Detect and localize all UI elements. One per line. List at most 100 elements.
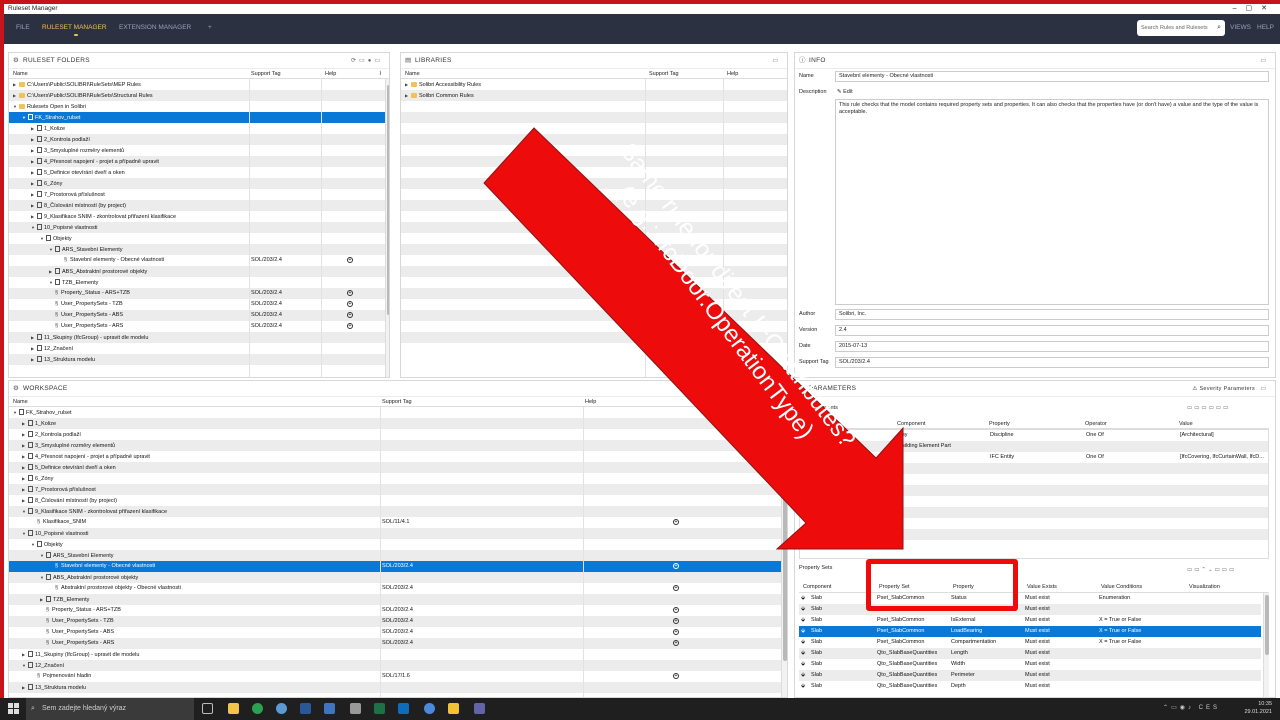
- name-field[interactable]: Stavební elementy - Obecné vlastnosti: [835, 71, 1269, 82]
- tree-row[interactable]: ▶ 12_Značení: [9, 343, 389, 354]
- tree-row[interactable]: ▶ 13_Struktura modelu: [9, 682, 787, 693]
- help-icon[interactable]: +: [673, 616, 679, 627]
- window-controls[interactable]: –▢✕: [1233, 4, 1276, 14]
- tree-row[interactable]: ▶ 5_Definice otevírání dveří a oken: [9, 462, 787, 473]
- tree-row[interactable]: ▼ FK_Strahov_rulset: [9, 407, 787, 418]
- scrollbar[interactable]: [1263, 593, 1269, 697]
- tree-row[interactable]: ▼ 10_Popisné vlastnosti: [9, 528, 787, 539]
- tree-row[interactable]: ▶ 8_Číslování místností (by project): [9, 200, 389, 211]
- components-toolbar[interactable]: ▭▭▭▭▭▭: [1187, 405, 1230, 411]
- tree-row[interactable]: § User_PropertySets - ABS SOL/203/2.4 +: [9, 310, 389, 321]
- version-field[interactable]: 2.4: [835, 325, 1269, 336]
- tree-row[interactable]: ▼ Objekty: [9, 539, 787, 550]
- help-icon[interactable]: +: [673, 605, 679, 616]
- scrollbar-thumb[interactable]: [387, 85, 389, 315]
- severity-parameters-button[interactable]: ⚠ Severity Parameters: [1192, 381, 1255, 397]
- menu-add-tab[interactable]: +: [208, 24, 212, 31]
- tree-row[interactable]: ▶ 4_Přesnost napojení - projet a případně…: [9, 451, 787, 462]
- taskbar-search[interactable]: ⌕ Sem zadejte hledaný výraz: [26, 698, 194, 720]
- tree-row[interactable]: ▼ 12_Značení: [9, 660, 787, 671]
- solibri-icon[interactable]: [448, 703, 459, 714]
- word-icon[interactable]: [300, 703, 311, 714]
- pset-row[interactable]: ⬙ Slab Qto_SlabBaseQuantities Perimeter Must…: [799, 670, 1261, 681]
- tree-row[interactable]: § Property_Status - ARS+TZB SOL/203/2.4 +: [9, 605, 787, 616]
- scrollbar-thumb[interactable]: [783, 411, 787, 661]
- col-visualization[interactable]: Visualization: [1189, 581, 1220, 593]
- tree-row[interactable]: ▼ ABS_Abstraktní prostorové objekty: [9, 572, 787, 583]
- tree-row[interactable]: ▼ 9_Klasifikace SNIM - zkontrolovat přiřa…: [9, 506, 787, 517]
- language-indicator[interactable]: CES: [1199, 705, 1220, 711]
- tree-row[interactable]: § User_PropertySets - ARS SOL/203/2.4 +: [9, 321, 389, 332]
- tree-row[interactable]: ▶ 6_Zóny: [9, 178, 389, 189]
- col-operator[interactable]: Operator: [1085, 419, 1107, 429]
- tree-node[interactable]: § Property_Status - ARS+TZB: [49, 288, 130, 299]
- author-field[interactable]: Solibri, Inc.: [835, 309, 1269, 320]
- tree-row[interactable]: ▼ TZB_Elementy: [9, 277, 389, 288]
- tree-node[interactable]: § User_PropertySets - ABS: [49, 310, 123, 321]
- tree-row[interactable]: ▼ 10_Popisné vlastnosti: [9, 222, 389, 233]
- column-divider[interactable]: [321, 79, 322, 377]
- tree-row[interactable]: ▼ ARS_Stavební Elementy: [9, 550, 787, 561]
- tree-row[interactable]: ▶ 11_Skupiny (IfcGroup) - upravit dle mod…: [9, 332, 389, 343]
- app-icon[interactable]: [424, 703, 435, 714]
- tree-node[interactable]: ▶ 13_Struktura modelu: [22, 682, 86, 694]
- help-icon[interactable]: +: [673, 638, 679, 649]
- pset-row[interactable]: ⬙ Slab Qto_SlabBaseQuantities Depth Must exi…: [799, 681, 1261, 692]
- scrollbar-thumb[interactable]: [1265, 595, 1269, 655]
- column-divider[interactable]: [380, 407, 381, 697]
- tree-row[interactable]: § Property_Status - ARS+TZB SOL/203/2.4 +: [9, 288, 389, 299]
- scrollbar[interactable]: [781, 407, 787, 697]
- tree-row[interactable]: ▶ C:\Users\Public\SOLIBRI\RuleSets\Struct…: [9, 90, 389, 101]
- tree-node[interactable]: § User_PropertySets - ARS: [40, 638, 114, 649]
- windows-start-icon[interactable]: [8, 703, 19, 714]
- col-name[interactable]: Name: [13, 69, 28, 79]
- tree-row[interactable]: ▶ 13_Struktura modelu: [9, 354, 389, 365]
- outlook-icon[interactable]: [398, 703, 409, 714]
- help-icon[interactable]: +: [673, 671, 679, 682]
- tree-node[interactable]: § User_PropertySets - TZB: [49, 299, 123, 310]
- col-support-tag[interactable]: Support Tag: [382, 397, 412, 407]
- help-icon[interactable]: +: [347, 299, 353, 310]
- file-explorer-icon[interactable]: [228, 703, 239, 714]
- column-divider[interactable]: [583, 407, 584, 697]
- tree-row[interactable]: ▶ 8_Číslování místností (by project): [9, 495, 787, 506]
- col-support-tag[interactable]: Support Tag: [649, 69, 679, 79]
- task-view-icon[interactable]: [202, 703, 213, 714]
- tree-row[interactable]: ▶ 9_Klasifikace SNIM - zkontrolovat přiřa…: [9, 211, 389, 222]
- tree-row[interactable]: § User_PropertySets - TZB SOL/203/2.4 +: [9, 299, 389, 310]
- pset-row[interactable]: ⬙ Slab Qto_SlabBaseQuantities Width Must exi…: [799, 659, 1261, 670]
- tree-row[interactable]: ▶ 7_Prostorová příslušnost: [9, 189, 389, 200]
- search-input[interactable]: Search Rules and Rulesets ⌕: [1137, 20, 1225, 36]
- tree-row[interactable]: ▼ FK_Strahov_rulset: [9, 112, 389, 123]
- tree-row[interactable]: ▶ 2_Kontrola podlaží: [9, 429, 787, 440]
- help-icon[interactable]: +: [673, 583, 679, 594]
- tree-node[interactable]: § User_PropertySets - TZB: [40, 616, 114, 627]
- edit-button[interactable]: ✎ Edit: [837, 89, 853, 95]
- tree-row[interactable]: ▶ 5_Definice otevírání dveří a oken: [9, 167, 389, 178]
- tree-row[interactable]: § User_PropertySets - ARS SOL/203/2.4 +: [9, 638, 787, 649]
- tree-row[interactable]: ▶ 3_Smysluplné rozměry elementů: [9, 145, 389, 156]
- tree-row[interactable]: ▶ 2_Kontrola podlaží: [9, 134, 389, 145]
- menu-help[interactable]: HELP: [1257, 24, 1274, 31]
- tree-row[interactable]: § Stavební elementy - Obecné vlastnosti SO…: [9, 561, 787, 572]
- col-property[interactable]: Property: [989, 419, 1010, 429]
- chrome-icon[interactable]: [252, 703, 263, 714]
- tree-row[interactable]: ▶ 1_Kolize: [9, 418, 787, 429]
- tree-node[interactable]: § Abstraktní prostorové objekty - Obecné …: [49, 583, 181, 594]
- menu-views[interactable]: VIEWS: [1230, 24, 1251, 31]
- menu-extension-manager[interactable]: EXTENSION MANAGER: [119, 24, 191, 31]
- tree-node[interactable]: § User_PropertySets - ARS: [49, 321, 123, 332]
- col-help[interactable]: Help: [585, 397, 596, 407]
- col-value[interactable]: Value: [1179, 419, 1193, 429]
- tree-row[interactable]: § User_PropertySets - ABS SOL/203/2.4 +: [9, 627, 787, 638]
- tree-node[interactable]: § Stavební elementy - Obecné vlastnosti: [58, 255, 164, 266]
- help-icon[interactable]: +: [347, 288, 353, 299]
- app-icon[interactable]: [350, 703, 361, 714]
- tree-node[interactable]: § Klasifikace_SNIM: [31, 517, 86, 528]
- maximize-icon[interactable]: ▭: [772, 53, 781, 69]
- system-tray-icons[interactable]: ⌃▭◉♪ CES: [1163, 704, 1220, 711]
- col-value-exists[interactable]: Value Exists: [1027, 581, 1057, 593]
- col-help[interactable]: Help: [325, 69, 336, 79]
- tree-row[interactable]: § Pojmenování hladin SOL/17/1.6 +: [9, 671, 787, 682]
- tree-row[interactable]: ▶ 11_Skupiny (IfcGroup) - upravit dle mod…: [9, 649, 787, 660]
